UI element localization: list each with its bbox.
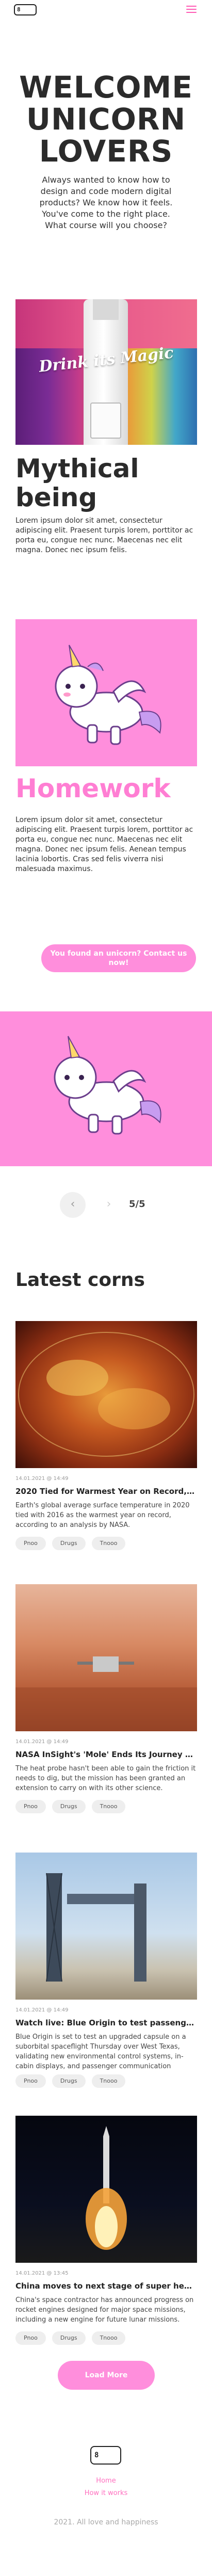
article-tags: Pnoo Drugs Tnooo: [15, 1537, 126, 1550]
tag[interactable]: Tnooo: [91, 2074, 126, 2088]
article-image-rocket: [15, 2116, 197, 2263]
unicorn-image: [15, 619, 197, 766]
article-tags: Pnoo Drugs Tnooo: [15, 2331, 126, 2345]
chevron-left-icon: ‹: [70, 1198, 75, 1211]
article-date: 14.01.2021 @ 14:49: [15, 2007, 69, 2013]
tag[interactable]: Pnoo: [15, 2074, 46, 2088]
carousel-prev-button[interactable]: ‹: [60, 1192, 86, 1218]
article-date: 14.01.2021 @ 14:49: [15, 1476, 69, 1482]
footer-link-how-it-works[interactable]: How it works: [0, 2489, 212, 2497]
article-card[interactable]: 14.01.2021 @ 14:49 Watch live: Blue Orig…: [15, 1853, 197, 2090]
hero-title: WELCOME UNICORN LOVERS: [19, 70, 193, 169]
hamburger-icon[interactable]: [186, 6, 197, 13]
tag[interactable]: Pnoo: [15, 1800, 46, 1813]
article-description: Earth's global average surface temperatu…: [15, 1502, 190, 1529]
logo[interactable]: 8: [14, 4, 37, 15]
article-title[interactable]: China moves to next stage of super heavy…: [15, 2281, 197, 2291]
site-header: 8: [0, 0, 212, 21]
tag[interactable]: Pnoo: [15, 1537, 46, 1550]
feature-text-mythical: Lorem ipsum dolor sit amet, consectetur …: [15, 517, 193, 554]
tag[interactable]: Drugs: [52, 1537, 86, 1550]
article-title[interactable]: Watch live: Blue Origin to test passenge…: [15, 2018, 197, 2028]
article-card[interactable]: 14.01.2021 @ 14:49 NASA InSight's 'Mole'…: [15, 1584, 197, 1822]
feature-title-mythical: Mythical being: [15, 454, 139, 512]
feature-text-homework: Lorem ipsum dolor sit amet, consectetur …: [15, 816, 193, 873]
unicorn-illustration: [55, 645, 161, 745]
tag[interactable]: Pnoo: [15, 2331, 46, 2345]
article-image-launch-tower: [15, 1853, 197, 2000]
footer-link-home[interactable]: Home: [0, 2477, 212, 2485]
drink-magic-image: Drink its Magic: [15, 299, 197, 445]
article-title[interactable]: 2020 Tied for Warmest Year on Record, NA…: [15, 1486, 197, 1496]
carousel-next-button[interactable]: ›: [96, 1192, 122, 1218]
load-more-button[interactable]: Load More: [58, 2361, 155, 2390]
footer-logo[interactable]: 8: [90, 2446, 121, 2465]
article-description: China's space contractor has announced p…: [15, 2296, 194, 2324]
unicorn-banner-illustration: [54, 1036, 161, 1135]
article-card[interactable]: 14.01.2021 @ 14:49 2020 Tied for Warmest…: [15, 1321, 197, 1558]
article-date: 14.01.2021 @ 13:45: [15, 2271, 69, 2276]
tag[interactable]: Drugs: [52, 2331, 86, 2345]
article-tags: Pnoo Drugs Tnooo: [15, 2074, 126, 2088]
article-image-mars: [15, 1584, 197, 1731]
contact-button[interactable]: You found an unicorn? Contact us now!: [41, 944, 196, 972]
tag[interactable]: Tnooo: [91, 1800, 126, 1813]
feature-title-homework: Homework: [15, 774, 171, 803]
tag[interactable]: Tnooo: [91, 1537, 126, 1550]
article-card[interactable]: 14.01.2021 @ 13:45 China moves to next s…: [15, 2116, 197, 2353]
article-date: 14.01.2021 @ 14:49: [15, 1739, 69, 1745]
copyright: 2021. All love and happiness: [54, 2518, 158, 2526]
article-image-earth: [15, 1321, 197, 1468]
article-tags: Pnoo Drugs Tnooo: [15, 1800, 126, 1813]
latest-section-title: Latest corns: [15, 1269, 145, 1291]
carousel-counter: 5/5: [129, 1199, 145, 1210]
chevron-right-icon: ›: [106, 1198, 111, 1211]
article-description: Blue Origin is set to test an upgraded c…: [15, 2033, 186, 2070]
unicorn-banner: [0, 1011, 212, 1166]
article-description: The heat probe hasn't been able to gain …: [15, 1765, 196, 1792]
tag[interactable]: Tnooo: [91, 2331, 126, 2345]
tag[interactable]: Drugs: [52, 2074, 86, 2088]
tag[interactable]: Drugs: [52, 1800, 86, 1813]
hero-subtitle: Always wanted to know how to design and …: [39, 175, 173, 230]
article-title[interactable]: NASA InSight's 'Mole' Ends Its Journey o…: [15, 1749, 197, 1760]
